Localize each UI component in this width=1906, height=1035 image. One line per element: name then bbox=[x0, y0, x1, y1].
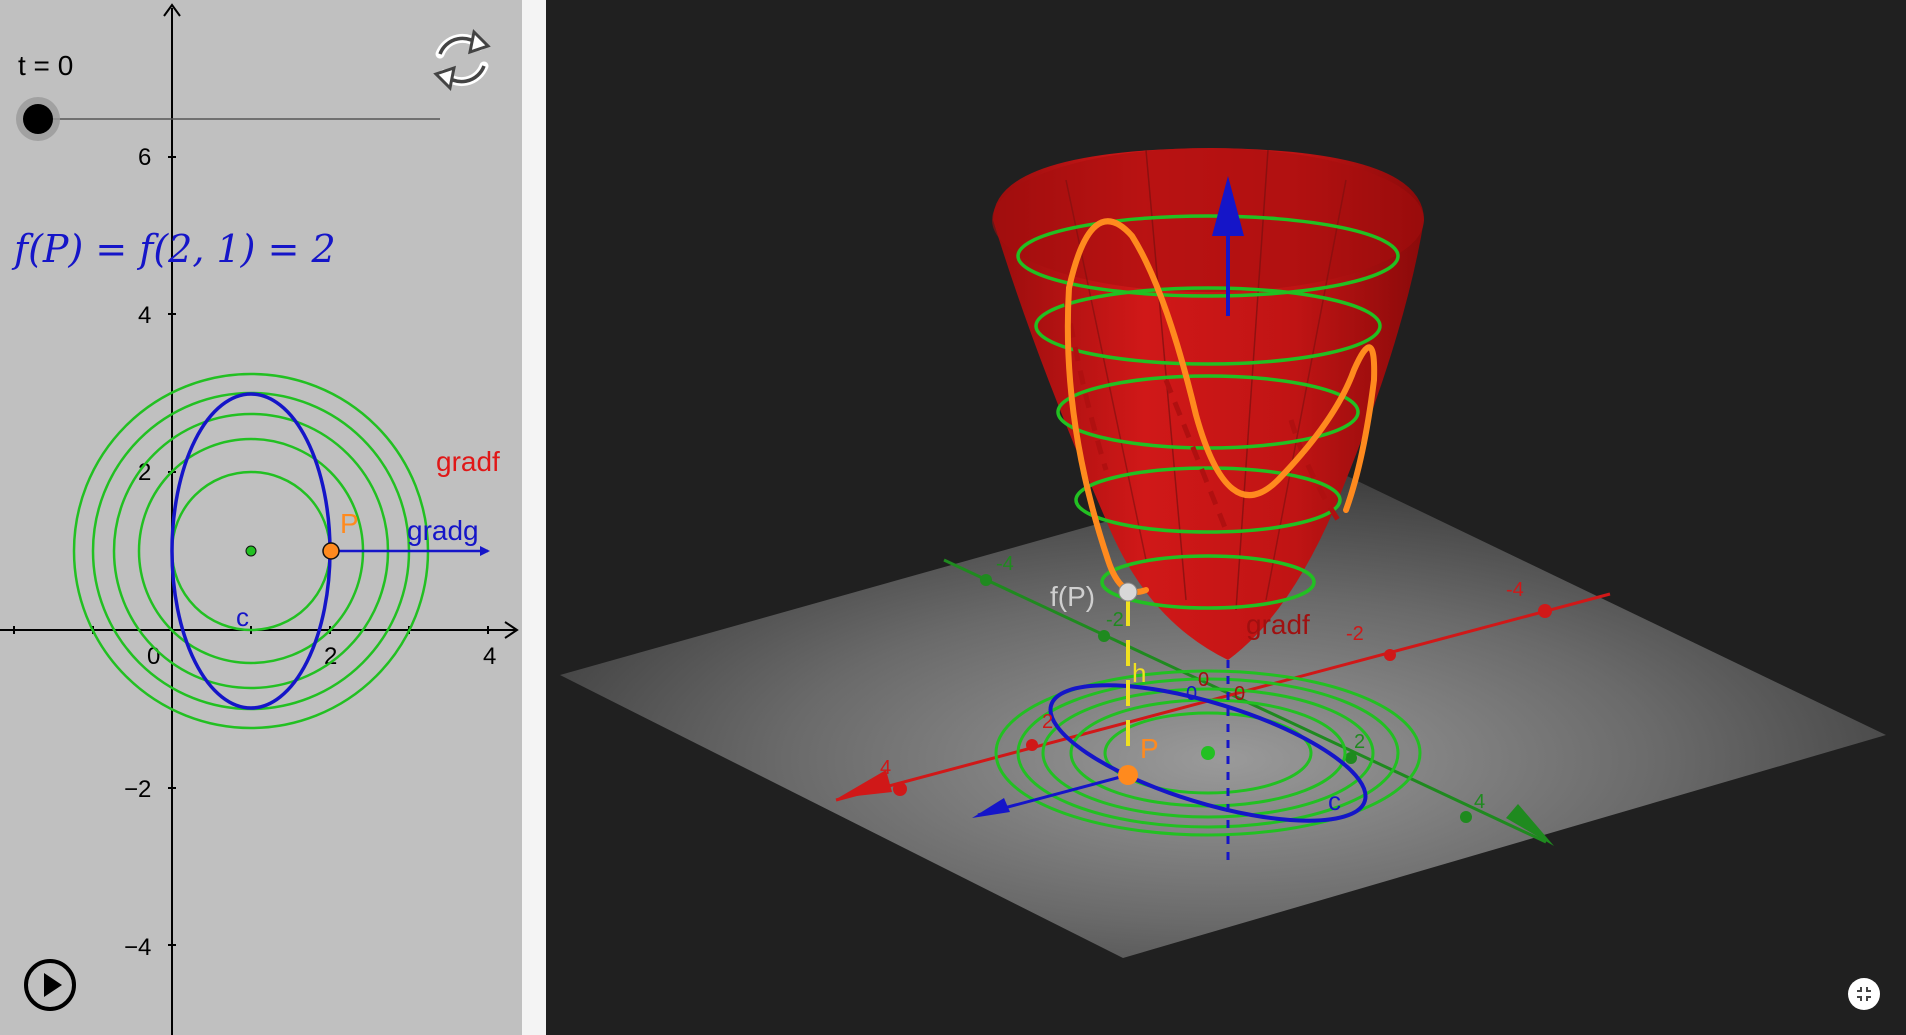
fullscreen-exit-icon[interactable] bbox=[1848, 978, 1880, 1010]
y-tick-label: 6 bbox=[138, 144, 151, 171]
level-curve-center-point[interactable] bbox=[245, 545, 257, 557]
point-p-label: P bbox=[340, 508, 359, 539]
origin-label-3d: 0 bbox=[1234, 683, 1245, 705]
y-tick-label-3d: -4 bbox=[996, 553, 1014, 575]
play-icon[interactable] bbox=[24, 959, 76, 1011]
gradg-label: gradg bbox=[407, 515, 479, 546]
panel-divider[interactable] bbox=[522, 0, 546, 1035]
x-tick-label: 4 bbox=[483, 643, 496, 670]
function-value-text[interactable]: f(P) = f(2, 1) = 2 bbox=[11, 227, 336, 271]
geogebra-applet: 0 2 4 6 4 2 −2 −4 c gradg gradf P t = 0 … bbox=[0, 0, 1906, 1035]
graphics-view-3d[interactable]: c h f(P) P gradf 4 2 -2 -4 -4 -2 2 4 0 0… bbox=[546, 0, 1906, 1035]
y-tick-label-3d: -2 bbox=[1106, 609, 1124, 631]
t-slider[interactable] bbox=[16, 97, 440, 141]
h-label: h bbox=[1132, 658, 1146, 688]
slider-handle[interactable] bbox=[23, 104, 53, 134]
point-p[interactable] bbox=[322, 542, 340, 560]
origin-label-3d: 0 bbox=[1186, 683, 1197, 705]
y-tick-label-3d: 4 bbox=[1474, 791, 1485, 813]
surface-rim[interactable] bbox=[992, 148, 1424, 292]
y-tick-label: 4 bbox=[138, 302, 151, 329]
curve-c-label: c bbox=[236, 602, 249, 632]
y-tick-label: −2 bbox=[124, 776, 151, 803]
y-tick-label: −4 bbox=[124, 934, 151, 961]
gradf-label-3d: gradf bbox=[1246, 609, 1310, 640]
x-tick-label-3d: 4 bbox=[880, 757, 891, 779]
point-p-3d[interactable] bbox=[1118, 765, 1138, 785]
x-tick-label-3d: 2 bbox=[1042, 711, 1053, 733]
x-tick-label-3d: -4 bbox=[1506, 579, 1524, 601]
y-tick-label-3d: 2 bbox=[1354, 731, 1365, 753]
level-curve-center-point[interactable] bbox=[1201, 746, 1215, 760]
x-tick-label-3d: -2 bbox=[1346, 623, 1364, 645]
gradf-label: gradf bbox=[436, 446, 500, 477]
graphics-2d-canvas[interactable]: 0 2 4 6 4 2 −2 −4 c gradg gradf P t = 0 … bbox=[0, 0, 522, 1035]
graphics-3d-canvas[interactable]: c h f(P) P gradf 4 2 -2 -4 -4 -2 2 4 0 0… bbox=[546, 0, 1906, 1035]
graphics-view-2d[interactable]: 0 2 4 6 4 2 −2 −4 c gradg gradf P t = 0 … bbox=[0, 0, 522, 1035]
slider-label: t = 0 bbox=[18, 50, 73, 81]
curve-c-label-3d: c bbox=[1328, 786, 1341, 816]
point-p-label-3d: P bbox=[1140, 733, 1159, 764]
fp-label: f(P) bbox=[1050, 581, 1095, 612]
reset-icon[interactable] bbox=[433, 28, 491, 92]
graph-point-fp[interactable] bbox=[1118, 582, 1138, 602]
origin-label-3d: 0 bbox=[1198, 669, 1209, 691]
